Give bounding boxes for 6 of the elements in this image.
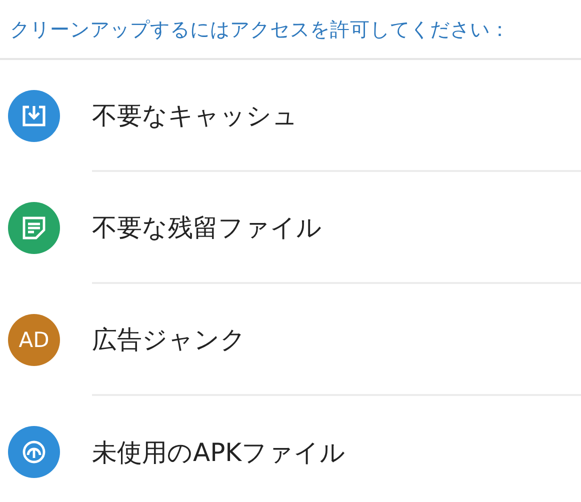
- category-label[interactable]: 不要な残留ファイル: [92, 210, 322, 244]
- ad-badge-icon: AD: [8, 314, 60, 366]
- instruction-text: クリーンアップするにはアクセスを許可してください：: [10, 16, 510, 42]
- category-label[interactable]: 未使用のAPKファイル: [92, 436, 346, 468]
- category-label[interactable]: 不要なキャッシュ: [92, 98, 298, 132]
- category-label[interactable]: 広告ジャンク: [92, 322, 246, 356]
